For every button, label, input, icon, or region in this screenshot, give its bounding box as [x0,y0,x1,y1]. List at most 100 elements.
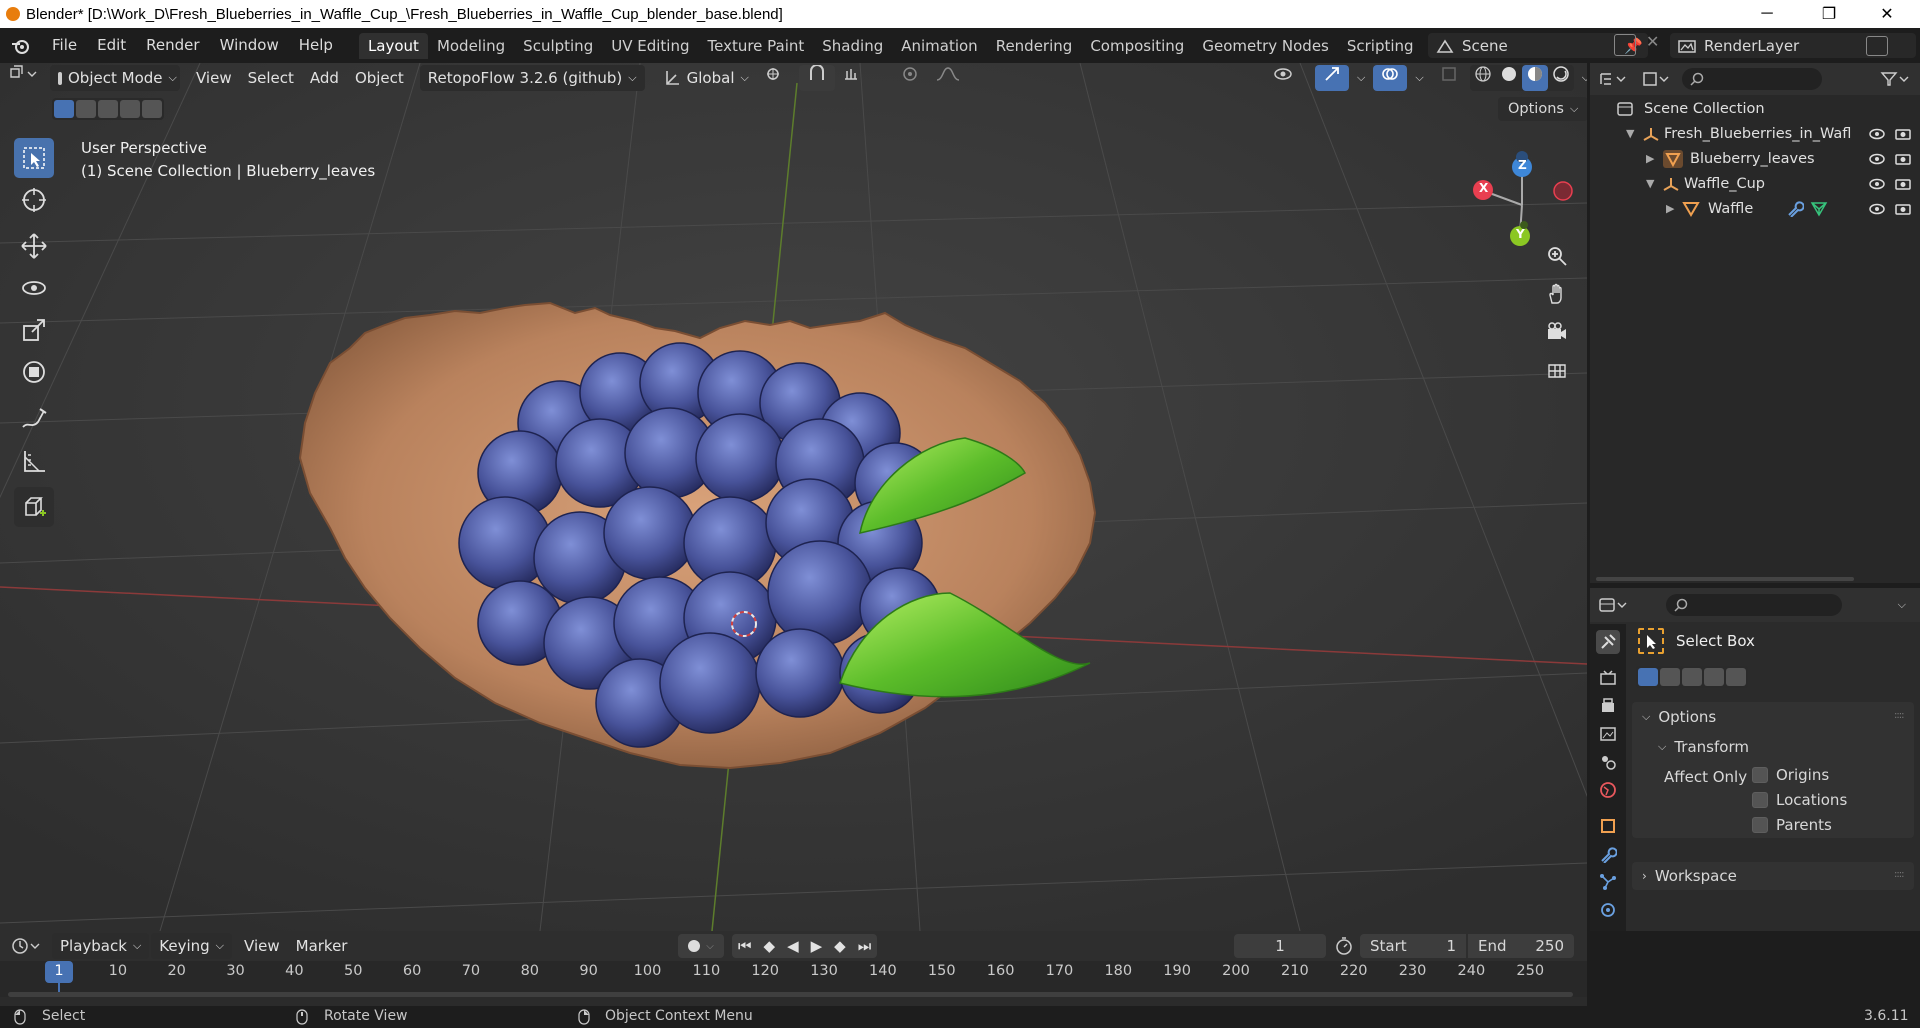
annotate-tool[interactable] [14,399,54,439]
tab-compositing[interactable]: Compositing [1081,33,1193,59]
select-intersect-icon[interactable] [1726,668,1746,686]
mode-selector[interactable]: Object Mode ⌵ [50,65,180,91]
timeline-view-menu[interactable]: View [236,933,288,959]
options-panel-header[interactable]: ⌵ Options [1642,708,1716,726]
object-tab-icon[interactable] [1596,814,1620,838]
material-shading-icon[interactable] [1521,65,1548,91]
outliner-editor-icon[interactable] [1590,71,1636,87]
scene-tab-icon[interactable] [1596,750,1620,774]
timeline-ruler[interactable]: 1 10 20 30 40 50 60 70 80 90 100 110 120 130 140 150 160… [0,961,1587,997]
chevron-down-icon[interactable]: ⌵ [1353,65,1369,91]
tool-tab-icon[interactable] [1596,630,1620,654]
3d-viewport[interactable]: Object Mode ⌵ View Select Add Object Ret… [0,63,1587,931]
eye-icon[interactable] [1868,152,1886,166]
timeline-editor-icon[interactable] [0,937,52,955]
xray-icon[interactable] [1432,65,1466,91]
jump-start-icon[interactable]: ⏮ [732,933,758,959]
menu-edit[interactable]: Edit [87,28,136,63]
eye-icon[interactable] [1868,202,1886,216]
tab-uv-editing[interactable]: UV Editing [602,33,698,59]
menu-view[interactable]: View [188,65,240,91]
select-new-icon[interactable] [1638,668,1658,686]
viewport-options-button[interactable]: Options ⌵ [1498,97,1587,121]
menu-add[interactable]: Add [302,65,347,91]
chevron-down-icon[interactable]: ⌵ [1411,65,1427,91]
outliner-search-input[interactable] [1682,68,1822,90]
pivot-icon[interactable] [757,65,799,91]
eye-icon[interactable] [1868,127,1886,141]
drag-handle-icon[interactable]: :::: [1894,710,1905,721]
expand-arrow-icon[interactable]: ▶ [1666,202,1682,215]
camera-render-icon[interactable] [1894,177,1912,191]
select-extend-icon[interactable] [76,100,96,118]
play-icon[interactable]: ▶ [805,933,829,959]
select-intersect-icon[interactable] [142,100,162,118]
output-tab-icon[interactable] [1596,694,1620,718]
camera-view-icon[interactable] [1540,315,1574,349]
tab-rendering[interactable]: Rendering [987,33,1082,59]
particles-tab-icon[interactable] [1596,870,1620,894]
menu-window[interactable]: Window [210,28,289,63]
viewport-scene[interactable] [0,63,1587,931]
checkbox[interactable] [1752,767,1768,783]
menu-help[interactable]: Help [289,28,343,63]
select-subtract-icon[interactable] [98,100,118,118]
render-tab-icon[interactable] [1596,666,1620,690]
tab-animation[interactable]: Animation [892,33,986,59]
chevron-down-icon[interactable]: ⌵ [1898,598,1906,612]
workspace-panel[interactable]: › Workspace :::: [1632,862,1914,890]
close-button[interactable]: ✕ [1858,0,1916,28]
camera-render-icon[interactable] [1894,127,1912,141]
camera-render-icon[interactable] [1894,152,1912,166]
camera-render-icon[interactable] [1894,202,1912,216]
physics-tab-icon[interactable] [1596,898,1620,922]
record-keyframe-button[interactable]: ⌵ [678,934,724,958]
maximize-button[interactable]: ❐ [1800,0,1858,28]
ortho-toggle-icon[interactable] [1540,353,1574,387]
stopwatch-icon[interactable] [1334,936,1354,956]
expand-arrow-icon[interactable]: ▼ [1646,177,1662,190]
select-subtract-icon[interactable] [1682,668,1702,686]
filter-icon[interactable] [1880,71,1910,87]
scale-tool[interactable] [14,310,54,350]
rendered-shading-icon[interactable] [1548,65,1574,91]
keying-menu[interactable]: Keying ⌵ [151,933,233,959]
tab-geometry-nodes[interactable]: Geometry Nodes [1193,33,1338,59]
transform-tool[interactable] [14,352,54,392]
playback-menu[interactable]: Playback ⌵ [52,933,150,959]
modifier-tab-icon[interactable] [1596,842,1620,866]
tab-layout[interactable]: Layout [358,32,428,59]
tab-texture-paint[interactable]: Texture Paint [698,33,813,59]
outliner-scrollbar[interactable] [1596,577,1854,581]
view-layer-selector[interactable]: RenderLayer [1670,33,1916,58]
cursor-tool[interactable] [14,180,54,220]
add-cube-tool[interactable] [14,487,54,527]
move-tool[interactable] [14,226,54,266]
menu-render[interactable]: Render [136,28,209,63]
checkbox[interactable] [1752,817,1768,833]
gizmo-toggle-icon[interactable] [1315,65,1349,91]
menu-file[interactable]: File [42,28,87,63]
start-frame-field[interactable]: Start 1 [1360,934,1466,958]
view-layer-tab-icon[interactable] [1596,722,1620,746]
minimize-button[interactable]: ─ [1738,0,1796,28]
wrench-modifier-icon[interactable] [1786,200,1804,217]
current-frame-field[interactable]: 1 [1234,934,1326,958]
proportional-edit-icon[interactable] [893,65,927,91]
solid-shading-icon[interactable] [1496,65,1522,91]
outliner-row-scene-collection[interactable]: Scene Collection [1590,96,1920,121]
select-invert-icon[interactable] [120,100,140,118]
play-reverse-icon[interactable]: ◀ [781,933,805,959]
measure-tool[interactable] [14,441,54,481]
delete-scene-icon[interactable]: ✕ [1646,32,1659,51]
visibility-icon[interactable] [1265,65,1311,91]
workspace-panel-header[interactable]: › Workspace [1642,867,1737,885]
retopoflow-menu[interactable]: RetopoFlow 3.2.6 (github) ⌵ [419,65,645,91]
rotate-tool[interactable] [14,268,54,308]
tab-shading[interactable]: Shading [813,33,892,59]
outliner-row-waffle-cup[interactable]: ▼ Waffle_Cup [1590,171,1920,196]
orientation-selector[interactable]: Global ⌵ [655,65,757,91]
affect-origins-checkbox[interactable]: Origins [1752,766,1829,784]
jump-end-icon[interactable]: ⏭ [852,933,878,959]
wireframe-shading-icon[interactable] [1470,65,1496,91]
